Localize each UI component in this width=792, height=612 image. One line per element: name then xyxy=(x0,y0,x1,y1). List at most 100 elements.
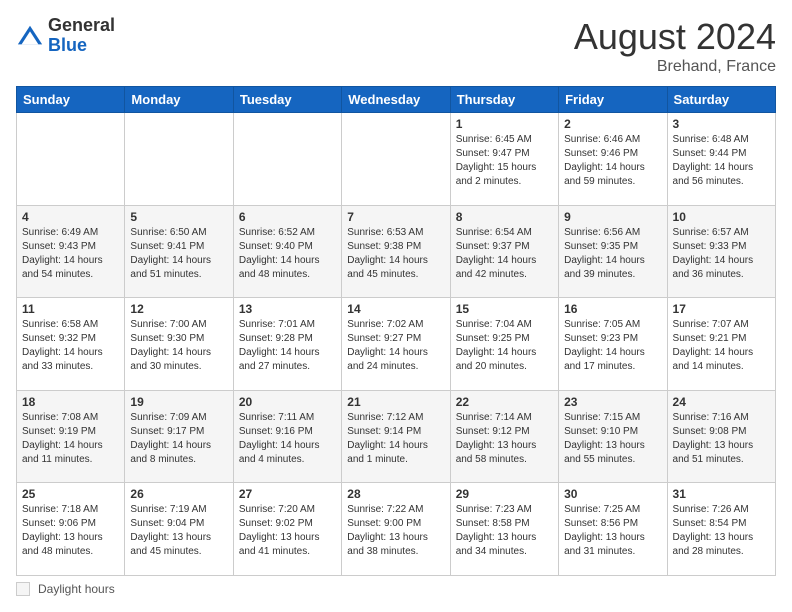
calendar-cell: 7Sunrise: 6:53 AM Sunset: 9:38 PM Daylig… xyxy=(342,205,450,298)
calendar-cell: 17 Sunrise: 7:07 AM Sunset: 9:21 PM Dayli… xyxy=(667,298,775,391)
day-number: 3 xyxy=(673,117,770,131)
day-info: Sunrise: 7:16 AM Sunset: 9:08 PM Dayligh… xyxy=(673,411,770,467)
footer: Daylight hours xyxy=(16,582,776,596)
calendar-cell: 6Sunrise: 6:52 AM Sunset: 9:40 PM Daylig… xyxy=(233,205,341,298)
weekday-header-saturday: Saturday xyxy=(667,87,775,113)
day-info: Sunrise: 6:52 AM Sunset: 9:40 PM Dayligh… xyxy=(239,226,336,282)
day-number: 16 xyxy=(564,302,661,316)
day-info: Sunrise: 6:58 AM Sunset: 9:32 PM Dayligh… xyxy=(22,318,119,374)
calendar-cell: 14Sunrise: 7:02 AM Sunset: 9:27 PM Dayli… xyxy=(342,298,450,391)
weekday-header-tuesday: Tuesday xyxy=(233,87,341,113)
calendar-cell xyxy=(233,113,341,206)
location: Brehand, France xyxy=(574,58,776,76)
calendar-cell: 1Sunrise: 6:45 AM Sunset: 9:47 PM Daylig… xyxy=(450,113,558,206)
day-number: 26 xyxy=(130,487,227,501)
logo-text: General Blue xyxy=(48,16,115,56)
day-number: 21 xyxy=(347,395,444,409)
day-info: Sunrise: 6:56 AM Sunset: 9:35 PM Dayligh… xyxy=(564,226,661,282)
day-number: 11 xyxy=(22,302,119,316)
day-info: Sunrise: 7:23 AM Sunset: 8:58 PM Dayligh… xyxy=(456,503,553,559)
day-info: Sunrise: 7:12 AM Sunset: 9:14 PM Dayligh… xyxy=(347,411,444,467)
weekday-header-wednesday: Wednesday xyxy=(342,87,450,113)
calendar-cell xyxy=(342,113,450,206)
calendar-cell: 24 Sunrise: 7:16 AM Sunset: 9:08 PM Dayli… xyxy=(667,390,775,483)
calendar-cell: 23Sunrise: 7:15 AM Sunset: 9:10 PM Dayli… xyxy=(559,390,667,483)
day-info: Sunrise: 7:09 AM Sunset: 9:17 PM Dayligh… xyxy=(130,411,227,467)
day-info: Sunrise: 7:20 AM Sunset: 9:02 PM Dayligh… xyxy=(239,503,336,559)
day-number: 2 xyxy=(564,117,661,131)
week-row-3: 11 Sunrise: 6:58 AM Sunset: 9:32 PM Dayli… xyxy=(17,298,776,391)
calendar-cell: 27 Sunrise: 7:20 AM Sunset: 9:02 PM Dayli… xyxy=(233,483,341,576)
calendar-cell: 25 Sunrise: 7:18 AM Sunset: 9:06 PM Dayli… xyxy=(17,483,125,576)
day-number: 17 xyxy=(673,302,770,316)
weekday-header-thursday: Thursday xyxy=(450,87,558,113)
day-number: 22 xyxy=(456,395,553,409)
day-number: 20 xyxy=(239,395,336,409)
calendar-cell xyxy=(125,113,233,206)
day-number: 24 xyxy=(673,395,770,409)
calendar-cell: 3 Sunrise: 6:48 AM Sunset: 9:44 PM Daylig… xyxy=(667,113,775,206)
day-number: 7 xyxy=(347,210,444,224)
daylight-legend-box xyxy=(16,582,30,596)
day-number: 5 xyxy=(130,210,227,224)
day-info: Sunrise: 7:05 AM Sunset: 9:23 PM Dayligh… xyxy=(564,318,661,374)
calendar-cell: 16 Sunrise: 7:05 AM Sunset: 9:23 PM Dayli… xyxy=(559,298,667,391)
day-info: Sunrise: 7:26 AM Sunset: 8:54 PM Dayligh… xyxy=(673,503,770,559)
day-info: Sunrise: 7:08 AM Sunset: 9:19 PM Dayligh… xyxy=(22,411,119,467)
day-info: Sunrise: 7:11 AM Sunset: 9:16 PM Dayligh… xyxy=(239,411,336,467)
calendar-cell: 31 Sunrise: 7:26 AM Sunset: 8:54 PM Dayli… xyxy=(667,483,775,576)
weekday-header-sunday: Sunday xyxy=(17,87,125,113)
day-number: 29 xyxy=(456,487,553,501)
month-title: August 2024 xyxy=(574,16,776,58)
day-number: 1 xyxy=(456,117,553,131)
calendar-cell: 18 Sunrise: 7:08 AM Sunset: 9:19 PM Dayli… xyxy=(17,390,125,483)
day-number: 4 xyxy=(22,210,119,224)
day-number: 23 xyxy=(564,395,661,409)
day-number: 8 xyxy=(456,210,553,224)
calendar-cell: 30Sunrise: 7:25 AM Sunset: 8:56 PM Dayli… xyxy=(559,483,667,576)
day-info: Sunrise: 7:00 AM Sunset: 9:30 PM Dayligh… xyxy=(130,318,227,374)
day-number: 10 xyxy=(673,210,770,224)
day-number: 18 xyxy=(22,395,119,409)
calendar-cell: 8 Sunrise: 6:54 AM Sunset: 9:37 PM Daylig… xyxy=(450,205,558,298)
day-info: Sunrise: 6:48 AM Sunset: 9:44 PM Dayligh… xyxy=(673,133,770,189)
day-info: Sunrise: 7:07 AM Sunset: 9:21 PM Dayligh… xyxy=(673,318,770,374)
day-number: 27 xyxy=(239,487,336,501)
week-row-2: 4 Sunrise: 6:49 AM Sunset: 9:43 PM Daylig… xyxy=(17,205,776,298)
day-number: 25 xyxy=(22,487,119,501)
day-info: Sunrise: 6:46 AM Sunset: 9:46 PM Dayligh… xyxy=(564,133,661,189)
calendar-cell: 22 Sunrise: 7:14 AM Sunset: 9:12 PM Dayli… xyxy=(450,390,558,483)
week-row-5: 25 Sunrise: 7:18 AM Sunset: 9:06 PM Dayli… xyxy=(17,483,776,576)
day-number: 9 xyxy=(564,210,661,224)
calendar-cell: 2 Sunrise: 6:46 AM Sunset: 9:46 PM Daylig… xyxy=(559,113,667,206)
calendar-cell: 29 Sunrise: 7:23 AM Sunset: 8:58 PM Dayli… xyxy=(450,483,558,576)
weekday-header-monday: Monday xyxy=(125,87,233,113)
day-info: Sunrise: 7:19 AM Sunset: 9:04 PM Dayligh… xyxy=(130,503,227,559)
day-info: Sunrise: 6:54 AM Sunset: 9:37 PM Dayligh… xyxy=(456,226,553,282)
day-number: 12 xyxy=(130,302,227,316)
calendar-cell: 26 Sunrise: 7:19 AM Sunset: 9:04 PM Dayli… xyxy=(125,483,233,576)
calendar-cell: 28Sunrise: 7:22 AM Sunset: 9:00 PM Dayli… xyxy=(342,483,450,576)
logo-blue-text: Blue xyxy=(48,36,115,56)
day-info: Sunrise: 6:50 AM Sunset: 9:41 PM Dayligh… xyxy=(130,226,227,282)
calendar-cell: 9 Sunrise: 6:56 AM Sunset: 9:35 PM Daylig… xyxy=(559,205,667,298)
day-info: Sunrise: 7:25 AM Sunset: 8:56 PM Dayligh… xyxy=(564,503,661,559)
day-info: Sunrise: 7:04 AM Sunset: 9:25 PM Dayligh… xyxy=(456,318,553,374)
week-row-4: 18 Sunrise: 7:08 AM Sunset: 9:19 PM Dayli… xyxy=(17,390,776,483)
calendar-cell: 4 Sunrise: 6:49 AM Sunset: 9:43 PM Daylig… xyxy=(17,205,125,298)
calendar-cell xyxy=(17,113,125,206)
weekday-header-friday: Friday xyxy=(559,87,667,113)
day-info: Sunrise: 7:18 AM Sunset: 9:06 PM Dayligh… xyxy=(22,503,119,559)
day-info: Sunrise: 6:57 AM Sunset: 9:33 PM Dayligh… xyxy=(673,226,770,282)
page: General Blue August 2024 Brehand, France… xyxy=(0,0,792,612)
day-number: 31 xyxy=(673,487,770,501)
header: General Blue August 2024 Brehand, France xyxy=(16,16,776,76)
day-info: Sunrise: 6:49 AM Sunset: 9:43 PM Dayligh… xyxy=(22,226,119,282)
logo: General Blue xyxy=(16,16,115,56)
day-info: Sunrise: 7:22 AM Sunset: 9:00 PM Dayligh… xyxy=(347,503,444,559)
day-info: Sunrise: 7:14 AM Sunset: 9:12 PM Dayligh… xyxy=(456,411,553,467)
day-number: 13 xyxy=(239,302,336,316)
logo-icon xyxy=(16,22,44,50)
calendar-cell: 13Sunrise: 7:01 AM Sunset: 9:28 PM Dayli… xyxy=(233,298,341,391)
logo-general-text: General xyxy=(48,16,115,36)
